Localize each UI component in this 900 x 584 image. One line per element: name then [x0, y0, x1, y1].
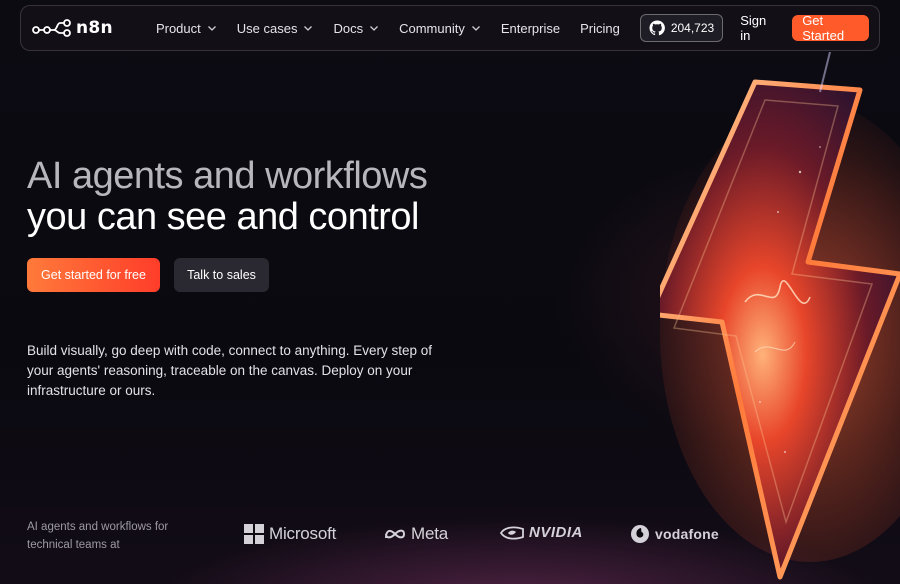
get-started-free-button[interactable]: Get started for free — [27, 258, 160, 292]
nav-item-label: Product — [155, 20, 201, 36]
nav-item-docs[interactable]: Docs — [333, 21, 379, 36]
nvidia-name: NVIDIA — [529, 524, 583, 541]
nav-item-community[interactable]: Community — [399, 21, 481, 36]
get-started-button[interactable]: Get Started — [792, 13, 869, 43]
microsoft-icon — [244, 524, 264, 544]
nav-item-label: Enterprise — [500, 20, 561, 36]
nav-item-enterprise[interactable]: Enterprise — [501, 21, 560, 36]
nav-item-label: Community — [399, 20, 465, 36]
lightning-bolt-illustration — [660, 52, 900, 580]
sign-in-link[interactable]: Sign in — [740, 13, 774, 43]
nav-item-label: Pricing — [580, 20, 620, 36]
logo-text: n8n — [76, 18, 113, 38]
n8n-logo-icon — [32, 19, 71, 37]
nav-item-label: Use cases — [236, 20, 298, 36]
vodafone-icon — [631, 525, 649, 543]
nav-right: 204,723 Sign in Get Started — [639, 13, 869, 43]
nvidia-eye-icon — [500, 525, 524, 540]
talk-to-sales-button[interactable]: Talk to sales — [174, 258, 269, 292]
vodafone-logo: vodafone — [630, 524, 719, 544]
chevron-down-icon — [207, 26, 216, 31]
meta-logo: Meta — [384, 524, 448, 544]
github-icon — [649, 20, 665, 36]
logos-caption: AI agents and workflows for technical te… — [27, 521, 169, 551]
chevron-down-icon — [471, 26, 480, 31]
hero-title-line-1: AI agents and workflows — [27, 155, 428, 197]
top-navbar: n8n Product Use cases Docs Community Ent… — [20, 5, 880, 51]
nvidia-logo: NVIDIA — [500, 524, 583, 541]
hero-description: Build visually, go deep with code, conne… — [27, 343, 432, 398]
github-stars-count: 204,723 — [670, 21, 715, 35]
nav-item-product[interactable]: Product — [156, 21, 217, 36]
chevron-down-icon — [304, 26, 313, 31]
n8n-logo[interactable]: n8n — [32, 18, 113, 38]
microsoft-logo: Microsoft — [244, 524, 336, 544]
github-stars-button[interactable]: 204,723 — [639, 14, 724, 42]
chevron-down-icon — [370, 26, 379, 31]
page: n8n Product Use cases Docs Community Ent… — [0, 0, 900, 584]
meta-name: Meta — [411, 524, 448, 543]
nav-item-use-cases[interactable]: Use cases — [237, 21, 314, 36]
hero-title-line-2: you can see and control — [27, 196, 420, 238]
nav-links: Product Use cases Docs Community Enterpr… — [156, 21, 640, 36]
vodafone-name: vodafone — [655, 526, 719, 542]
nav-item-pricing[interactable]: Pricing — [580, 21, 620, 36]
nav-item-label: Docs — [333, 20, 364, 36]
meta-icon — [385, 529, 406, 539]
microsoft-name: Microsoft — [269, 524, 337, 543]
hero-title: AI agents and workflows you can see and … — [27, 155, 428, 238]
